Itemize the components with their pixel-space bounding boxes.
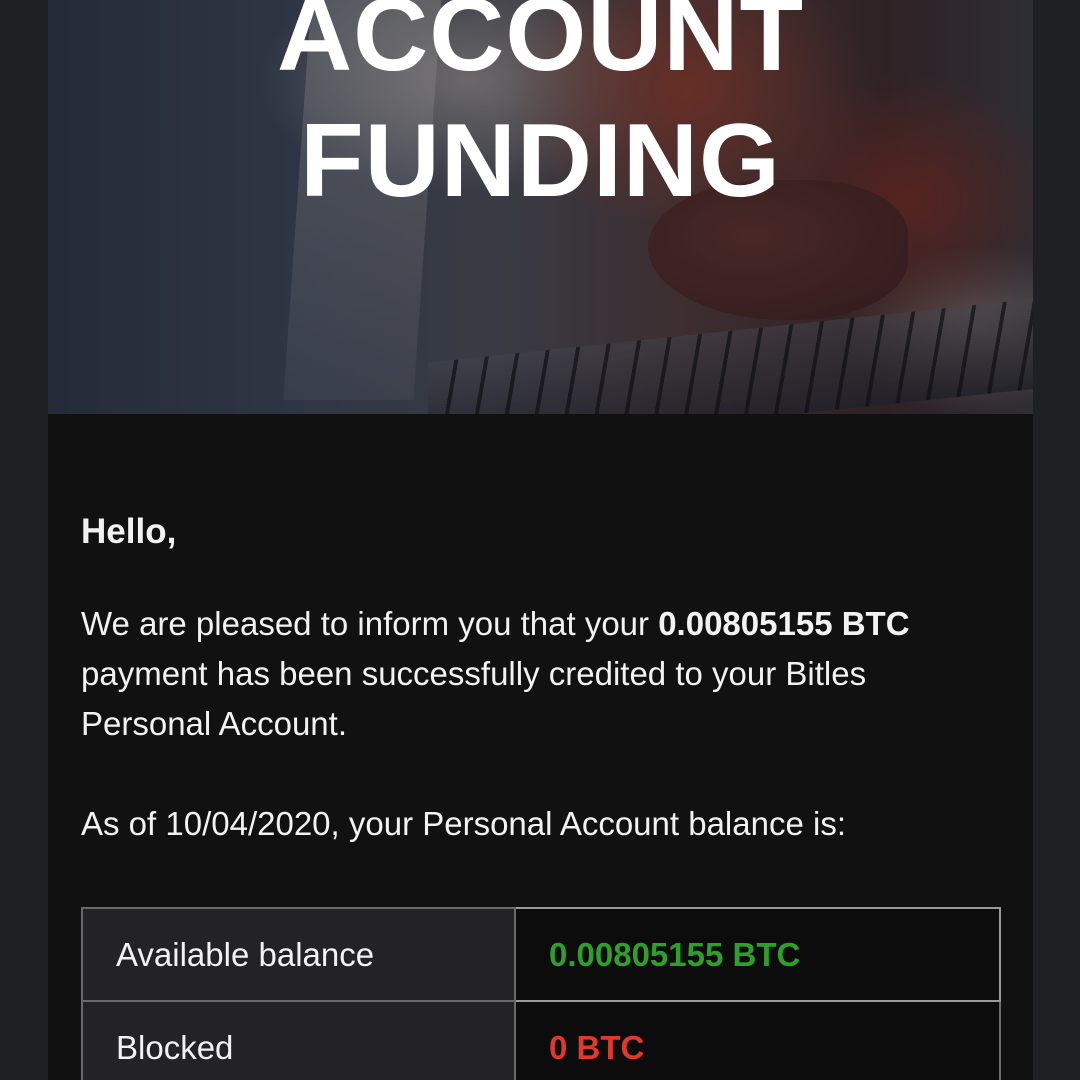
hero-title-line-2: FUNDING [300,103,781,219]
hero-title: ACCOUNT FUNDING [48,0,1033,224]
table-row: Blocked 0 BTC [81,1000,1001,1080]
balance-as-of: As of 10/04/2020, your Personal Account … [81,805,846,842]
available-balance-value: 0.00805155 BTC [514,907,1001,1002]
email-card: ACCOUNT FUNDING Hello, We are pleased to… [48,0,1033,1080]
available-balance-label: Available balance [81,907,516,1002]
blocked-balance-value: 0 BTC [514,1000,1001,1080]
blocked-balance-label: Blocked [81,1000,516,1080]
balance-table: Available balance 0.00805155 BTC Blocked… [81,907,1001,1080]
message-prefix: We are pleased to inform you that your [81,605,659,642]
funding-message: We are pleased to inform you that your 0… [81,599,1001,749]
hero-banner: ACCOUNT FUNDING [48,0,1033,414]
message-amount: 0.00805155 BTC [658,605,910,642]
greeting: Hello, [81,512,177,551]
message-suffix: payment has been successfully credited t… [81,655,867,742]
email-body: Hello, We are pleased to inform you that… [81,500,1001,849]
table-row: Available balance 0.00805155 BTC [81,907,1001,1002]
hero-title-line-1: ACCOUNT [277,0,804,93]
